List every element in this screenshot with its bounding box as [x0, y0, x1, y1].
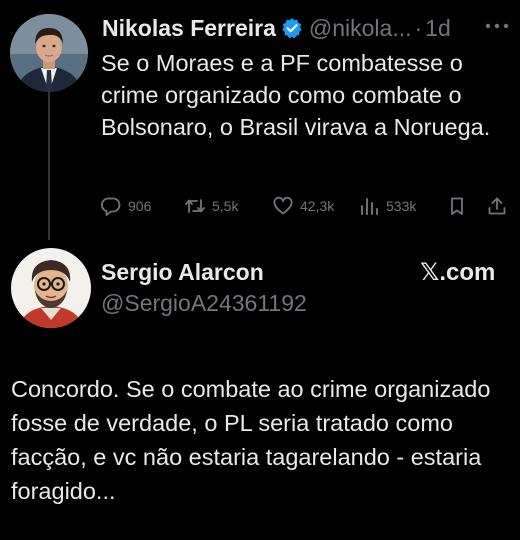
avatar[interactable] — [10, 14, 88, 92]
timestamp[interactable]: 1d — [425, 15, 451, 42]
avatar-photo — [10, 14, 88, 92]
share-button[interactable] — [486, 192, 508, 220]
reply-author-handle[interactable]: @SergioA24361192 — [101, 290, 307, 317]
more-icon[interactable] — [484, 22, 510, 30]
verified-icon — [282, 18, 302, 39]
like-count: 42,3k — [300, 198, 335, 214]
bookmark-icon — [451, 197, 463, 215]
bookmark-button[interactable] — [446, 192, 468, 220]
reply-button[interactable]: 906 — [100, 192, 151, 220]
repost-button[interactable]: 5,5k — [184, 192, 238, 220]
like-icon — [273, 196, 293, 215]
repost-count: 5,5k — [212, 198, 239, 214]
views-button[interactable]: 533k — [358, 192, 416, 220]
tweet-actions: 906 5,5k 42,3k 533k — [100, 192, 512, 220]
views-icon — [361, 198, 378, 215]
share-icon — [488, 197, 506, 215]
repost-icon — [185, 199, 205, 213]
tweet-text: Se o Moraes e a PF combatesse o crime or… — [101, 50, 491, 140]
parent-tweet[interactable]: Nikolas Ferreira @nikola... · 1d Se o Mo… — [0, 0, 520, 240]
author-name[interactable]: Nikolas Ferreira — [102, 15, 276, 42]
reply-avatar-illustration — [11, 248, 91, 328]
tweet-header: Nikolas Ferreira @nikola... · 1d — [102, 10, 451, 46]
separator-dot: · — [414, 14, 423, 41]
reply-icon — [100, 197, 121, 216]
like-button[interactable]: 42,3k — [272, 192, 334, 220]
reply-avatar[interactable] — [11, 248, 91, 328]
reply-count: 906 — [128, 198, 152, 214]
x-brand-logo: 𝕏.com — [420, 259, 496, 286]
reply-author-name[interactable]: Sergio Alarcon — [101, 259, 264, 286]
thread-line — [48, 90, 50, 240]
views-count: 533k — [386, 198, 417, 214]
author-handle[interactable]: @nikola... — [309, 15, 412, 42]
reply-text: Concordo. Se o combate ao crime organiza… — [11, 376, 491, 504]
